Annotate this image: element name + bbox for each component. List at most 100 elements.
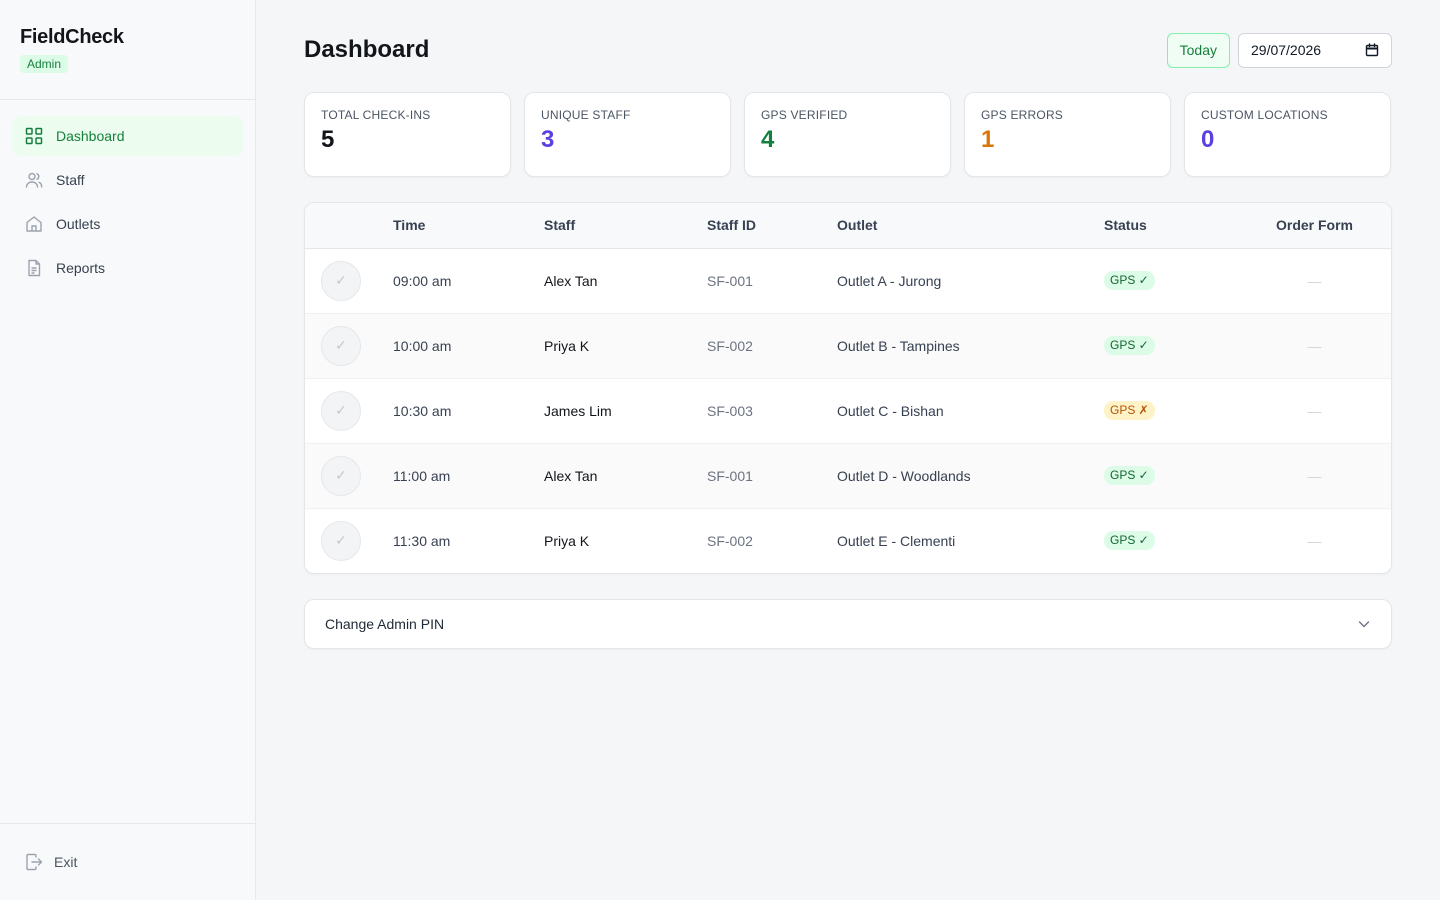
row-select-cell: ✓ — [305, 378, 393, 443]
date-input[interactable]: 29/07/2026 — [1238, 32, 1392, 68]
cell-staff: James Lim — [544, 402, 612, 419]
page-title: Dashboard — [304, 36, 430, 63]
stat-card-total-check-ins: TOTAL CHECK-INS 5 — [304, 92, 511, 177]
status-badge: GPS ✓ — [1104, 336, 1155, 355]
stat-card-gps-verified: GPS VERIFIED 4 — [744, 92, 951, 177]
calendar-icon[interactable] — [1365, 43, 1379, 57]
document-icon — [24, 258, 44, 278]
stat-value: 4 — [761, 126, 775, 153]
header-staff-id: Staff ID — [707, 217, 756, 234]
order-form-empty: — — [1307, 532, 1322, 549]
status-badge: GPS ✓ — [1104, 531, 1155, 551]
sidebar-item-label: Outlets — [56, 216, 101, 232]
exit-label: Exit — [54, 854, 78, 870]
brand: FieldCheck Admin — [0, 0, 255, 100]
status-badge: GPS ✗ — [1104, 401, 1155, 420]
check-in-toggle[interactable]: ✓ — [321, 520, 361, 561]
sidebar-nav: Dashboard Staff Outlets Reports — [0, 100, 255, 308]
date-value: 29/07/2026 — [1251, 42, 1322, 58]
change-pin-accordion[interactable]: Change Admin PIN — [304, 599, 1392, 649]
logout-icon — [24, 852, 44, 872]
status-badge: GPS ✓ — [1104, 271, 1155, 290]
check-in-toggle[interactable]: ✓ — [321, 325, 361, 366]
table-row: ✓ 10:00 am Priya K SF-002 Outlet B - Tampine… — [305, 313, 1391, 378]
sidebar-item-outlets[interactable]: Outlets — [12, 204, 243, 244]
cell-staff-id: SF-003 — [707, 402, 753, 419]
stat-label: GPS VERIFIED — [761, 108, 848, 122]
cell-staff-id: SF-001 — [707, 467, 753, 484]
sidebar-footer: Exit — [0, 823, 255, 900]
cell-outlet: Outlet E - Clementi — [837, 532, 956, 549]
cell-staff: Priya K — [544, 337, 590, 354]
order-form-empty: — — [1307, 402, 1322, 419]
cell-order-form: — — [1238, 378, 1391, 443]
order-form-empty: — — [1307, 272, 1322, 289]
table-row: ✓ 11:00 am Alex Tan SF-001 Outlet D - Woodla… — [305, 443, 1391, 508]
sidebar-item-label: Staff — [56, 172, 85, 188]
order-form-empty: — — [1307, 337, 1322, 354]
stat-value: 5 — [321, 126, 335, 153]
order-form-empty: — — [1307, 467, 1322, 484]
stat-card-gps-errors: GPS ERRORS 1 — [964, 92, 1171, 177]
home-icon — [24, 214, 44, 234]
cell-time: 10:00 am — [393, 337, 452, 354]
cell-time: 10:30 am — [393, 402, 452, 419]
cell-status: GPS ✓ — [1104, 508, 1238, 573]
cell-status: GPS ✓ — [1104, 248, 1238, 313]
sidebar-item-dashboard[interactable]: Dashboard — [12, 116, 243, 156]
cell-staff-id: SF-002 — [707, 337, 753, 354]
cell-order-form: — — [1238, 443, 1391, 508]
status-badge: GPS ✓ — [1104, 466, 1155, 485]
header-order-form: Order Form — [1275, 217, 1353, 234]
sidebar-item-staff[interactable]: Staff — [12, 160, 243, 200]
cell-outlet: Outlet D - Woodlands — [837, 467, 971, 484]
cell-time: 09:00 am — [393, 272, 452, 289]
check-in-toggle[interactable]: ✓ — [321, 455, 361, 496]
row-select-cell: ✓ — [305, 313, 393, 378]
role-badge: Admin — [20, 55, 69, 73]
date-controls: Today 29/07/2026 — [1166, 32, 1392, 68]
sidebar: FieldCheck Admin Dashboard Staff Outlets… — [0, 0, 256, 900]
table-row: ✓ 10:30 am James Lim SF-003 Outlet C - Bisha… — [305, 378, 1391, 443]
table-row: ✓ 09:00 am Alex Tan SF-001 Outlet A - Jurong… — [305, 248, 1391, 313]
cell-staff-id: SF-002 — [707, 532, 753, 549]
row-select-cell: ✓ — [305, 248, 393, 313]
cell-order-form: — — [1238, 248, 1391, 313]
stat-value: 1 — [981, 126, 995, 153]
stat-value: 0 — [1201, 126, 1215, 153]
cell-staff: Priya K — [544, 532, 590, 549]
check-ins-table: Time Staff Staff ID Outlet Status Order … — [304, 202, 1392, 574]
cell-staff: Alex Tan — [544, 467, 598, 484]
stats-row: TOTAL CHECK-INS 5 UNIQUE STAFF 3 GPS VER… — [304, 92, 1392, 177]
users-icon — [24, 170, 44, 190]
stat-label: GPS ERRORS — [981, 108, 1064, 122]
header-outlet: Outlet — [837, 217, 878, 234]
row-select-cell: ✓ — [305, 443, 393, 508]
header-status: Status — [1104, 217, 1147, 234]
table-row: ✓ 11:30 am Priya K SF-002 Outlet E - Clement… — [305, 508, 1391, 573]
exit-button[interactable]: Exit — [24, 852, 77, 872]
chevron-down-icon — [1357, 617, 1371, 631]
page-header: Dashboard Today 29/07/2026 — [304, 0, 1392, 100]
stat-label: UNIQUE STAFF — [541, 108, 631, 122]
cell-outlet: Outlet B - Tampines — [837, 337, 960, 354]
change-pin-title: Change Admin PIN — [325, 616, 445, 632]
today-button[interactable]: Today — [1166, 32, 1230, 68]
check-in-toggle[interactable]: ✓ — [321, 390, 361, 431]
cell-outlet: Outlet C - Bishan — [837, 402, 944, 419]
cell-order-form: — — [1238, 508, 1391, 573]
cell-staff-id: SF-001 — [707, 272, 753, 289]
check-in-toggle[interactable]: ✓ — [321, 260, 361, 301]
grid-icon — [24, 126, 44, 146]
sidebar-item-label: Reports — [56, 260, 106, 276]
cell-time: 11:30 am — [393, 532, 451, 549]
stat-card-unique-staff: UNIQUE STAFF 3 — [524, 92, 731, 177]
cell-status: GPS ✗ — [1104, 378, 1238, 443]
row-select-cell: ✓ — [305, 508, 393, 573]
cell-time: 11:00 am — [393, 467, 451, 484]
brand-name: FieldCheck — [20, 26, 124, 48]
sidebar-item-reports[interactable]: Reports — [12, 248, 243, 288]
header-select — [305, 203, 393, 248]
header-time: Time — [393, 217, 426, 234]
cell-outlet: Outlet A - Jurong — [837, 272, 942, 289]
